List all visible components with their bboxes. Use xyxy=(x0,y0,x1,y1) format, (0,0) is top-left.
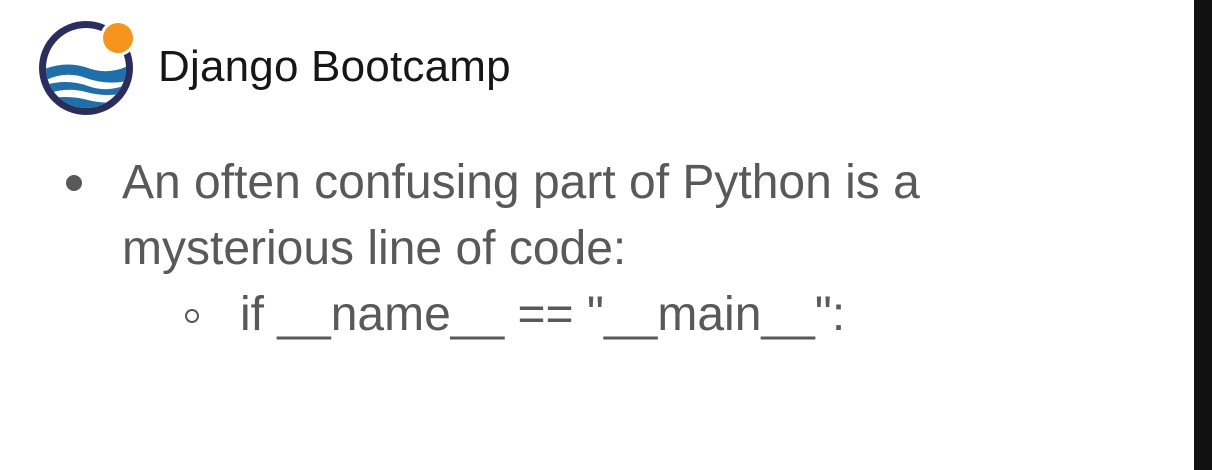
sub-bullet-code-text: if __name__ == "__main__": xyxy=(240,288,846,341)
bullet-text-line: An often confusing part of Python is a xyxy=(122,156,920,209)
window-edge xyxy=(1194,0,1212,470)
sunset-waves-logo-icon xyxy=(32,12,140,120)
bullet-dot-icon xyxy=(66,175,82,191)
slide: Django Bootcamp An often confusing part … xyxy=(0,0,1194,470)
sub-bullet-circle-icon xyxy=(185,309,199,323)
page-title: Django Bootcamp xyxy=(158,42,511,91)
bullet-text-line: mysterious line of code: xyxy=(122,222,627,275)
bullet-text: An often confusing part of Python is a m… xyxy=(122,150,1082,282)
